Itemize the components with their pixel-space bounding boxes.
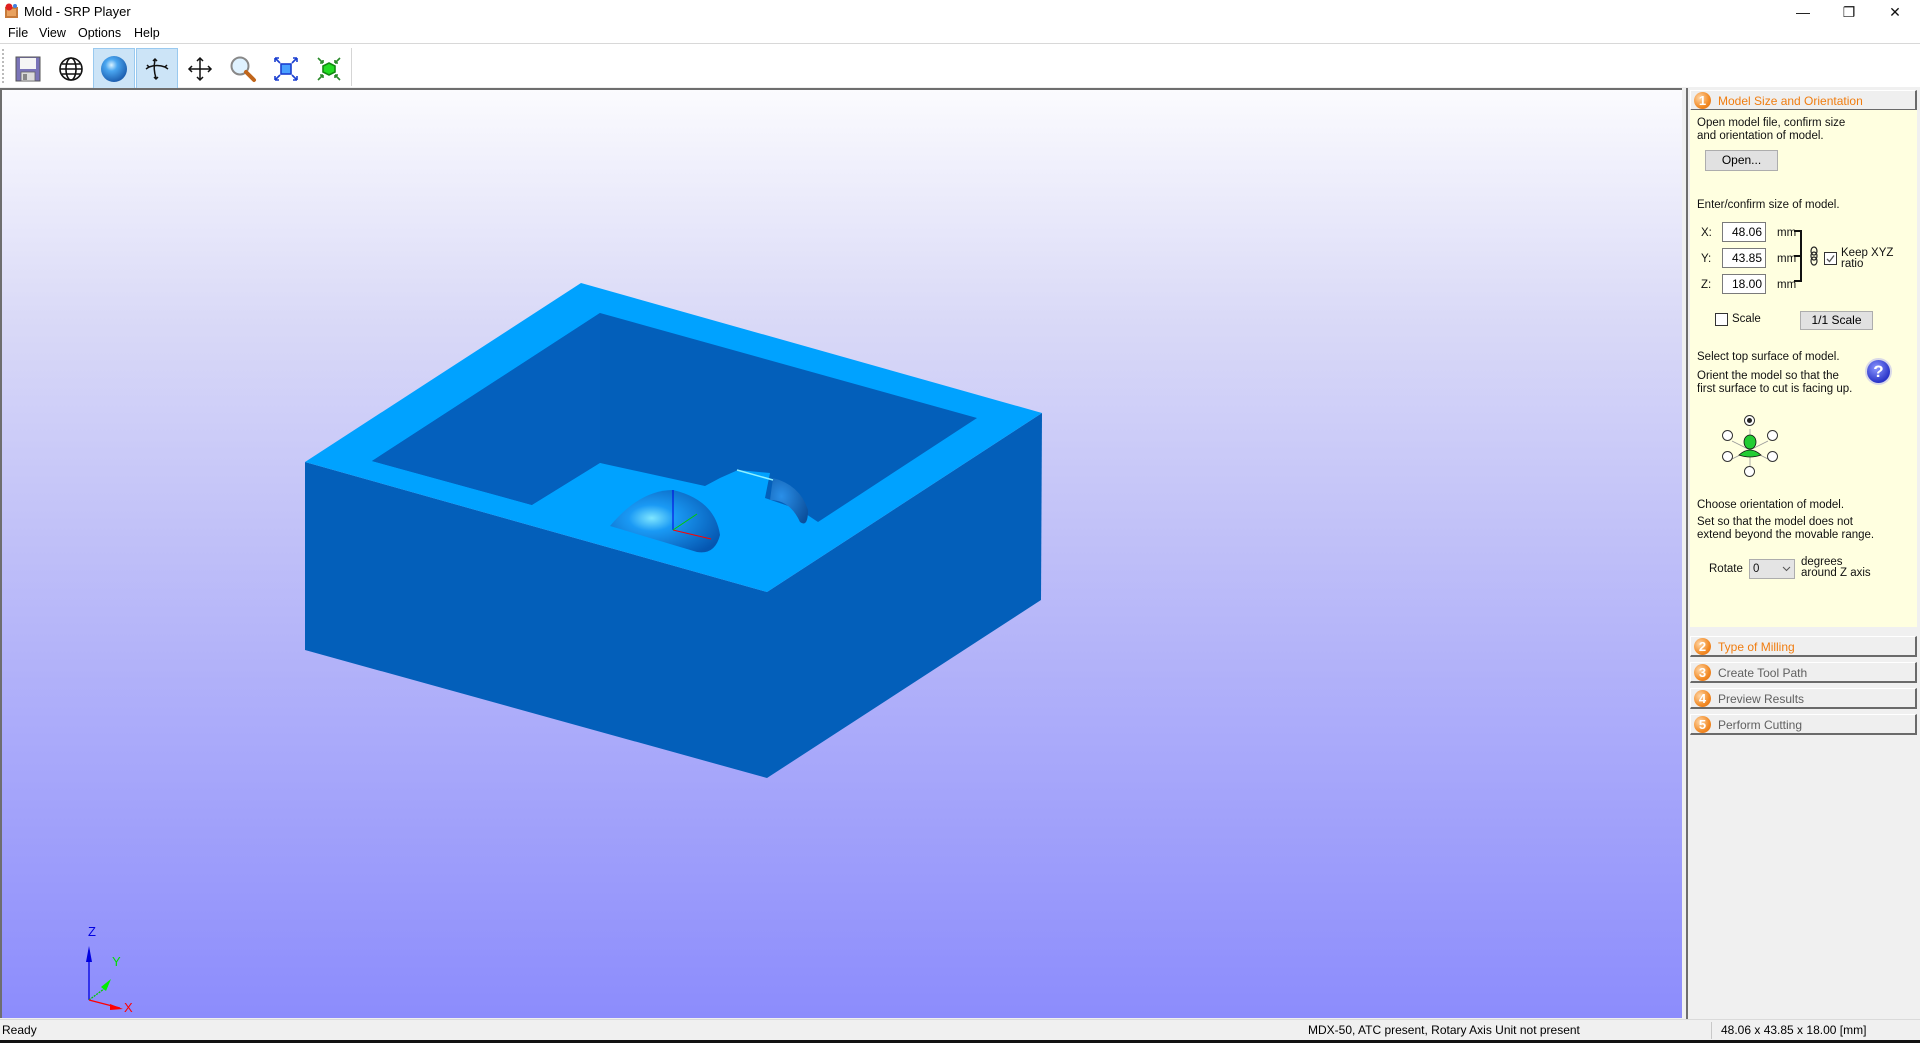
scale-checkbox[interactable] — [1715, 313, 1728, 326]
rotate-label: Rotate — [1709, 563, 1743, 575]
keep-ratio-checkbox[interactable] — [1824, 252, 1837, 265]
axis-gizmo: Z Y X — [86, 924, 133, 1015]
help-icon[interactable]: ? — [1865, 358, 1892, 385]
menu-file[interactable]: File — [8, 26, 28, 40]
axis-label-x: X — [124, 1000, 133, 1015]
step-3-header[interactable]: 3 Create Tool Path — [1690, 662, 1917, 683]
app-icon — [5, 3, 18, 18]
size-z-input[interactable]: 18.00 — [1722, 274, 1766, 294]
axis-label-z: Z — [88, 924, 96, 939]
close-button[interactable]: ✕ — [1872, 0, 1918, 24]
status-ready: Ready — [2, 1023, 37, 1037]
step-4-header[interactable]: 4 Preview Results — [1690, 688, 1917, 709]
model-scene[interactable]: Z Y X — [0, 88, 1682, 1018]
size-x-input[interactable]: 48.06 — [1722, 222, 1766, 242]
close-icon: ✕ — [1889, 3, 1901, 20]
fit-to-window-button[interactable] — [265, 48, 307, 90]
menu-bar: File View Options Help — [0, 24, 1920, 44]
green-cube-shrink-icon — [317, 57, 341, 81]
menu-view[interactable]: View — [39, 26, 66, 40]
step-4-label: Preview Results — [1718, 692, 1805, 706]
step-1-header[interactable]: 1 Model Size and Orientation — [1690, 90, 1917, 111]
step-2-badge-icon: 2 — [1694, 638, 1711, 655]
status-dimensions: 48.06 x 43.85 x 18.00 [mm] — [1721, 1023, 1867, 1037]
wireframe-globe-icon — [59, 57, 83, 81]
step-2-label: Type of Milling — [1718, 640, 1795, 654]
menu-options[interactable]: Options — [78, 26, 121, 40]
rotate-arrows-icon — [145, 57, 169, 81]
step-1-body: Open model file, confirm size and orient… — [1690, 110, 1917, 627]
step-5-badge-icon: 5 — [1694, 716, 1711, 733]
step-3-badge-icon: 3 — [1694, 664, 1711, 681]
intro-text: Open model file, confirm size and orient… — [1697, 117, 1846, 142]
floppy-disk-icon — [15, 56, 41, 82]
rotate-view-button[interactable] — [136, 48, 178, 90]
save-button[interactable] — [7, 48, 49, 90]
3d-viewport[interactable]: Z Y X — [0, 88, 1682, 1018]
rotate-unit: degrees around Z axis — [1801, 556, 1871, 579]
workflow-panel: 1 Model Size and Orientation Open model … — [1686, 88, 1920, 1019]
step-5-header[interactable]: 5 Perform Cutting — [1690, 714, 1917, 735]
surface-radio-top[interactable] — [1744, 415, 1755, 426]
rotate-select[interactable]: 0 — [1749, 559, 1795, 579]
axis-label-y: Y — [112, 954, 121, 969]
status-separator — [1711, 1022, 1712, 1039]
status-machine: MDX-50, ATC present, Rotary Axis Unit no… — [1308, 1023, 1580, 1037]
fit-expand-icon — [274, 57, 298, 81]
surface-radio-upper-right[interactable] — [1767, 430, 1778, 441]
step-2-header[interactable]: 2 Type of Milling — [1690, 636, 1917, 657]
z-label: Z: — [1701, 279, 1712, 291]
surface-radio-bottom[interactable] — [1744, 466, 1755, 477]
move-arrows-icon — [187, 56, 213, 82]
menu-help[interactable]: Help — [134, 26, 160, 40]
zoom-view-button[interactable] — [222, 48, 264, 90]
keep-ratio-label: Keep XYZ ratio — [1841, 247, 1894, 270]
check-mark-icon — [1826, 255, 1835, 263]
window-title: Mold - SRP Player — [24, 4, 131, 19]
step-4-badge-icon: 4 — [1694, 690, 1711, 707]
surface-radio-upper-left[interactable] — [1722, 430, 1733, 441]
chain-link-icon — [1810, 246, 1818, 266]
pan-view-button[interactable] — [179, 48, 221, 90]
step-5-label: Perform Cutting — [1718, 718, 1803, 732]
orientation-title: Choose orientation of model. — [1697, 499, 1845, 511]
size-label: Enter/confirm size of model. — [1697, 199, 1840, 211]
top-surface-desc: Orient the model so that the first surfa… — [1697, 370, 1853, 395]
wireframe-view-button[interactable] — [50, 48, 92, 90]
step-3-label: Create Tool Path — [1718, 666, 1808, 680]
scale-label: Scale — [1732, 313, 1761, 325]
one-to-one-scale-button[interactable]: 1/1 Scale — [1800, 311, 1873, 330]
restore-button[interactable]: ❐ — [1826, 0, 1872, 24]
orientation-desc: Set so that the model does not extend be… — [1697, 516, 1875, 541]
step-1-badge-icon: 1 — [1694, 92, 1711, 109]
title-bar: Mold - SRP Player — ❐ ✕ — [0, 0, 1920, 24]
shaded-sphere-icon — [101, 56, 127, 82]
y-label: Y: — [1701, 253, 1712, 265]
top-surface-title: Select top surface of model. — [1697, 351, 1840, 363]
top-surface-selector — [1715, 415, 1785, 485]
minimize-button[interactable]: — — [1780, 0, 1826, 24]
x-label: X: — [1701, 227, 1712, 239]
toolbar-grip[interactable] — [2, 49, 6, 83]
open-button[interactable]: Open... — [1705, 150, 1778, 171]
surface-radio-lower-left[interactable] — [1722, 451, 1733, 462]
toolbar — [0, 44, 1920, 90]
rotate-value: 0 — [1753, 563, 1760, 575]
step-1-label: Model Size and Orientation — [1718, 94, 1863, 108]
toolbar-separator — [351, 48, 352, 86]
shaded-view-button[interactable] — [93, 48, 135, 90]
minimize-icon: — — [1796, 4, 1810, 20]
surface-radio-lower-right[interactable] — [1767, 451, 1778, 462]
chevron-down-icon — [1782, 566, 1791, 572]
restore-icon: ❐ — [1842, 3, 1856, 20]
magnifier-icon — [230, 56, 256, 82]
fit-model-button[interactable] — [308, 48, 350, 90]
size-y-input[interactable]: 43.85 — [1722, 248, 1766, 268]
status-bar: Ready MDX-50, ATC present, Rotary Axis U… — [0, 1019, 1920, 1041]
